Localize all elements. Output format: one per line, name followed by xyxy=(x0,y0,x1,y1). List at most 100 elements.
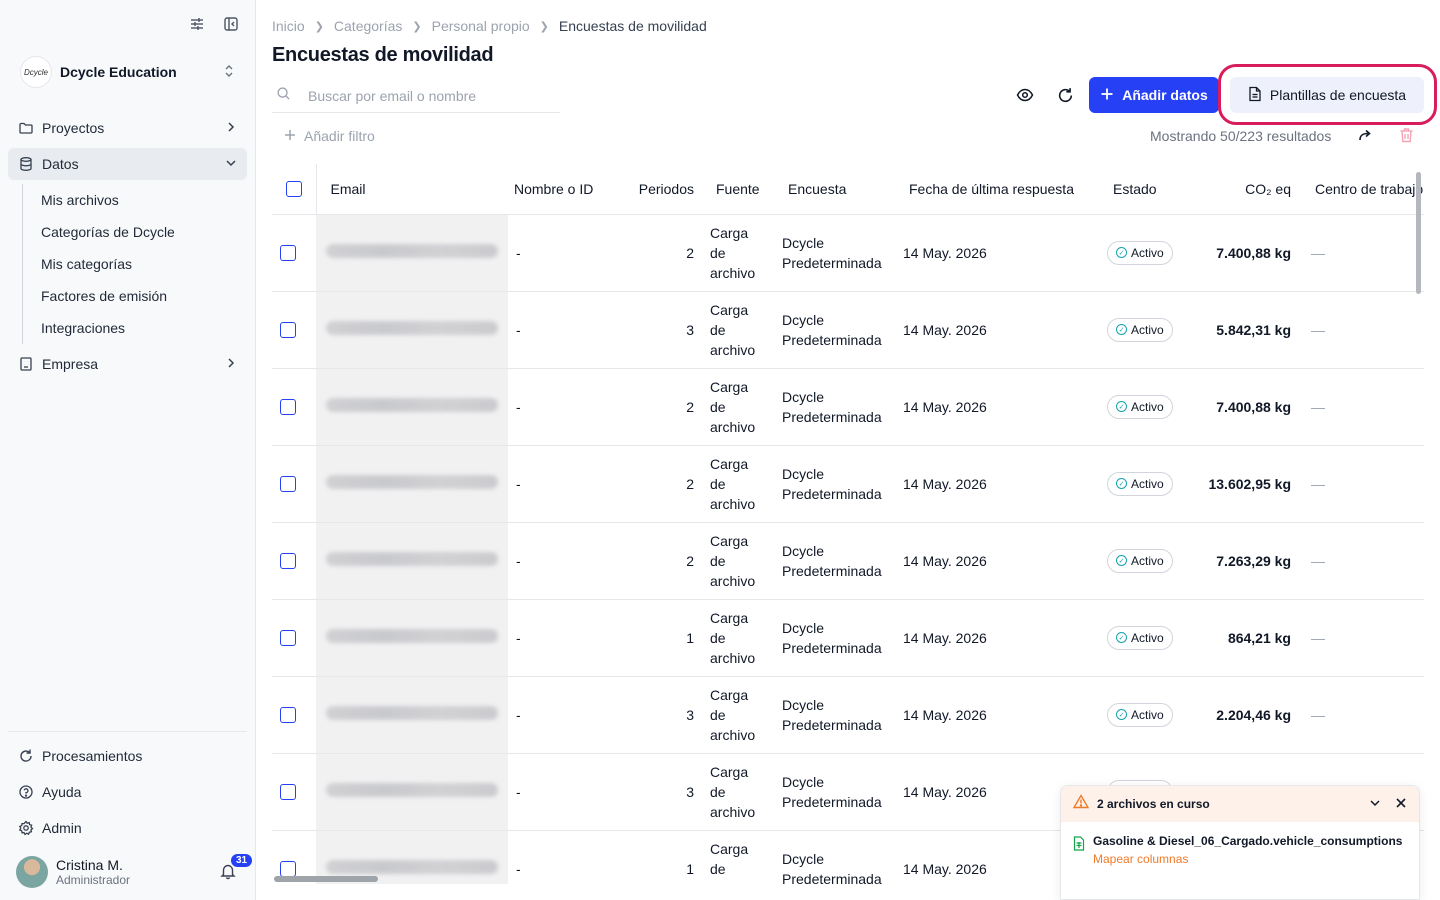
sidebar-top-actions xyxy=(187,14,241,34)
select-all-checkbox[interactable] xyxy=(286,181,303,198)
breadcrumb-item-personal-propio[interactable]: Personal propio xyxy=(432,18,530,34)
check-circle-icon: ✓ xyxy=(1116,324,1127,335)
nav-item-empresa[interactable]: Empresa xyxy=(8,348,247,380)
row-checkbox[interactable] xyxy=(280,476,296,493)
row-checkbox[interactable] xyxy=(280,322,296,339)
chevron-right-icon xyxy=(225,121,237,136)
vertical-scrollbar[interactable] xyxy=(1416,172,1421,294)
fecha-cell: 14 May. 2026 xyxy=(899,368,1103,446)
nav-item-datos[interactable]: Datos xyxy=(8,148,247,180)
organization-switcher[interactable]: Dcycle Dcycle Education xyxy=(20,56,235,88)
breadcrumb-item-categorias[interactable]: Categorías xyxy=(334,18,402,34)
fecha-cell: 14 May. 2026 xyxy=(899,599,1103,677)
header-encuesta[interactable]: Encuesta xyxy=(778,164,899,215)
row-checkbox[interactable] xyxy=(280,399,296,416)
nombre-cell: - xyxy=(508,368,618,446)
chevron-right-icon: ❯ xyxy=(539,20,549,33)
encuesta-cell: Dcycle Predeterminada xyxy=(778,214,899,292)
table-row[interactable]: -1Carga de archivo Dcycle Predeterminada 1… xyxy=(272,599,1424,677)
blurred-email xyxy=(326,398,498,412)
row-checkbox[interactable] xyxy=(280,707,296,724)
nav-item-admin[interactable]: Admin xyxy=(8,812,247,844)
fecha-cell: 14 May. 2026 xyxy=(899,291,1103,369)
survey-templates-button[interactable]: Plantillas de encuesta xyxy=(1230,77,1424,113)
search-input[interactable] xyxy=(308,88,548,104)
collapse-sidebar-icon[interactable] xyxy=(221,14,241,34)
periodos-cell: 2 xyxy=(618,445,704,523)
estado-cell: ✓ Activo xyxy=(1103,368,1187,446)
table-row[interactable]: -2 Carga de archivo Dcycle Predeterminada 1… xyxy=(272,368,1424,446)
trash-icon[interactable] xyxy=(1399,127,1414,148)
row-select-cell xyxy=(272,753,316,831)
encuesta-cell: Dcycle Predeterminada xyxy=(778,368,899,446)
add-data-button[interactable]: Añadir datos xyxy=(1089,77,1219,113)
co2-cell: 864,21 kg xyxy=(1187,599,1295,677)
centro-cell: — xyxy=(1295,291,1424,369)
table-row[interactable]: -2 Carga de archivo Dcycle Predeterminada 1… xyxy=(272,214,1424,292)
periodos-cell: 1 xyxy=(618,599,704,677)
row-checkbox[interactable] xyxy=(280,553,296,570)
header-estado[interactable]: Estado xyxy=(1103,164,1187,215)
close-icon[interactable] xyxy=(1395,797,1407,812)
table-row[interactable]: -3 Carga de archivo Dcycle Predeterminada 1… xyxy=(272,676,1424,754)
nav-label: Proyectos xyxy=(42,120,105,136)
nav-item-ayuda[interactable]: Ayuda xyxy=(8,776,247,808)
blurred-email xyxy=(326,552,498,566)
header-email[interactable]: Email xyxy=(316,164,508,215)
status-badge: ✓ Activo xyxy=(1107,471,1173,496)
breadcrumb-item-inicio[interactable]: Inicio xyxy=(272,18,305,34)
plus-icon xyxy=(284,128,296,144)
table-row[interactable]: -2 Carga de archivo Dcycle Predeterminada 1… xyxy=(272,445,1424,523)
encuesta-text: Dcycle Predeterminada xyxy=(782,234,882,271)
header-fecha[interactable]: Fecha de última respuesta xyxy=(899,164,1103,215)
subnav-item-mis-archivos[interactable]: Mis archivos xyxy=(23,184,247,216)
subnav-item-categorias-dcycle[interactable]: Categorías de Dcycle xyxy=(23,216,247,248)
eye-icon[interactable] xyxy=(1014,84,1036,106)
table-row[interactable]: -2 Carga de archivo Dcycle Predeterminada 1… xyxy=(272,522,1424,600)
share-arrow-icon[interactable] xyxy=(1358,128,1374,147)
toast-title: 2 archivos en curso xyxy=(1097,797,1210,811)
table-row[interactable]: -3 Carga de archivo Dcycle Predeterminada 1… xyxy=(272,291,1424,369)
encuesta-cell: Dcycle Predeterminada xyxy=(778,599,899,677)
row-checkbox[interactable] xyxy=(280,630,296,647)
row-checkbox[interactable] xyxy=(280,861,296,878)
chevron-down-icon[interactable] xyxy=(1369,797,1381,812)
row-checkbox[interactable] xyxy=(280,245,296,262)
status-badge: ✓ Activo xyxy=(1107,702,1173,727)
nav-item-proyectos[interactable]: Proyectos xyxy=(8,112,247,144)
subnav-item-integraciones[interactable]: Integraciones xyxy=(23,312,247,344)
header-nombre[interactable]: Nombre o ID xyxy=(508,164,618,215)
header-co2[interactable]: CO₂ eq xyxy=(1187,164,1295,215)
org-logo: Dcycle xyxy=(20,56,52,88)
header-centro[interactable]: Centro de trabajo xyxy=(1295,164,1424,215)
email-cell xyxy=(316,599,508,677)
fuente-text: Carga de archivo xyxy=(710,609,756,666)
header-periodos[interactable]: Periodos xyxy=(618,164,704,215)
subnav-item-mis-categorias[interactable]: Mis categorías xyxy=(23,248,247,280)
periodos-cell: 1 xyxy=(618,830,704,884)
add-data-label: Añadir datos xyxy=(1122,87,1208,103)
subnav-item-factores-emision[interactable]: Factores de emisión xyxy=(23,280,247,312)
chevron-up-down-icon xyxy=(223,64,235,81)
fuente-text: Carga de archivo xyxy=(710,763,756,820)
row-checkbox[interactable] xyxy=(280,784,296,801)
row-select-cell xyxy=(272,676,316,754)
add-filter-button[interactable]: Añadir filtro xyxy=(284,128,375,144)
building-icon xyxy=(18,356,34,372)
search-icon xyxy=(276,86,292,106)
header-fuente[interactable]: Fuente xyxy=(704,164,778,215)
toast-header: 2 archivos en curso xyxy=(1061,786,1419,822)
email-cell xyxy=(316,214,508,292)
settings-sliders-icon[interactable] xyxy=(187,14,207,34)
nav-item-procesamientos[interactable]: Procesamientos xyxy=(8,740,247,772)
main-nav: Proyectos Datos Mis archivos Categorías … xyxy=(8,112,247,384)
refresh-icon[interactable] xyxy=(1054,84,1076,106)
nombre-cell: - xyxy=(508,830,618,884)
estado-cell: ✓ Activo xyxy=(1103,676,1187,754)
bell-icon[interactable]: 31 xyxy=(219,852,255,882)
user-name: Cristina M. xyxy=(56,857,123,873)
status-badge: ✓ Activo xyxy=(1107,625,1173,650)
user-profile[interactable]: Cristina M. Administrador 31 xyxy=(16,852,255,888)
map-columns-link[interactable]: Mapear columnas xyxy=(1093,852,1402,866)
horizontal-scrollbar[interactable] xyxy=(274,876,378,882)
